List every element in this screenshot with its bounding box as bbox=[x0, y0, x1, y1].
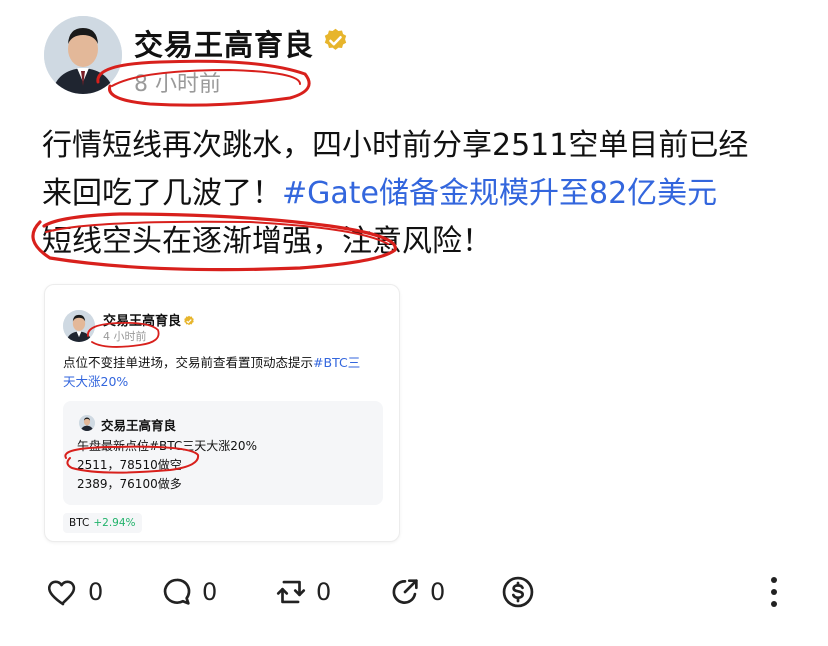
ticker-change: +2.94% bbox=[93, 517, 136, 529]
hashtag-link[interactable]: #Gate储备金规模升至82亿美元 bbox=[282, 176, 717, 211]
comment-count: 0 bbox=[202, 578, 218, 606]
quoted-body: 点位不变挂单进场，交易前查看置顶动态提示#BTC三 天大涨20% bbox=[63, 353, 383, 391]
share-button[interactable]: 0 bbox=[388, 572, 445, 612]
post-line-1: 行情短线再次跳水，四小时前分享2511空单目前已经 bbox=[42, 128, 749, 163]
repost-icon bbox=[274, 575, 308, 609]
nested-author-name: 交易王高育良 bbox=[101, 418, 177, 433]
quoted-author-avatar[interactable] bbox=[63, 310, 95, 342]
dollar-coin-icon bbox=[500, 574, 536, 610]
author-avatar[interactable] bbox=[44, 16, 122, 94]
post-body: 行情短线再次跳水，四小时前分享2511空单目前已经 来回吃了几波了！#Gate储… bbox=[42, 122, 802, 266]
nested-author-avatar bbox=[79, 415, 95, 431]
quoted-line-1: 点位不变挂单进场，交易前查看置顶动态提示#BTC三 bbox=[63, 353, 383, 372]
verified-badge-icon bbox=[183, 312, 195, 326]
comment-bubble-icon bbox=[160, 575, 194, 609]
repost-button[interactable]: 0 bbox=[274, 572, 331, 612]
post-timestamp: 8 小时前 bbox=[134, 72, 221, 97]
quoted-line-1-text: 点位不变挂单进场，交易前查看置顶动态提示 bbox=[63, 355, 314, 370]
like-count: 0 bbox=[88, 578, 104, 606]
quoted-timestamp: 4 小时前 bbox=[103, 330, 147, 343]
post-line-2-text: 来回吃了几波了！ bbox=[42, 176, 282, 211]
nested-line-3: 2389，76100做多 bbox=[77, 477, 182, 491]
heart-icon bbox=[46, 575, 80, 609]
comment-button[interactable]: 0 bbox=[160, 572, 217, 612]
nested-line-1: 午盘最新点位#BTC三天大涨20% bbox=[77, 439, 257, 453]
share-count: 0 bbox=[430, 578, 446, 606]
share-arrow-icon bbox=[388, 575, 422, 609]
post-line-2: 来回吃了几波了！#Gate储备金规模升至82亿美元 bbox=[42, 170, 802, 218]
like-button[interactable]: 0 bbox=[46, 572, 103, 612]
quoted-line-2[interactable]: 天大涨20% bbox=[63, 372, 383, 391]
nested-line-2: 2511，78510做空 bbox=[77, 458, 182, 472]
tip-button[interactable] bbox=[500, 572, 536, 612]
verified-badge-icon bbox=[322, 27, 349, 54]
ticker-chip[interactable]: BTC +2.94% bbox=[63, 513, 142, 533]
repost-count: 0 bbox=[316, 578, 332, 606]
post-line-3: 短线空头在逐渐增强，注意风险！ bbox=[42, 224, 492, 259]
nested-body: 午盘最新点位#BTC三天大涨20% 2511，78510做空 2389，7610… bbox=[77, 437, 257, 494]
nested-quoted-card[interactable]: 交易王高育良 午盘最新点位#BTC三天大涨20% 2511，78510做空 23… bbox=[63, 401, 383, 505]
more-vertical-icon[interactable] bbox=[762, 572, 786, 612]
quoted-post-card[interactable]: 交易王高育良 4 小时前 点位不变挂单进场，交易前查看置顶动态提示#BTC三 天… bbox=[44, 284, 400, 542]
quoted-hashtag-link[interactable]: #BTC三 bbox=[313, 355, 360, 370]
author-name[interactable]: 交易王高育良 bbox=[134, 22, 314, 64]
ticker-symbol: BTC bbox=[69, 517, 90, 529]
quoted-author-name[interactable]: 交易王高育良 bbox=[103, 310, 181, 329]
